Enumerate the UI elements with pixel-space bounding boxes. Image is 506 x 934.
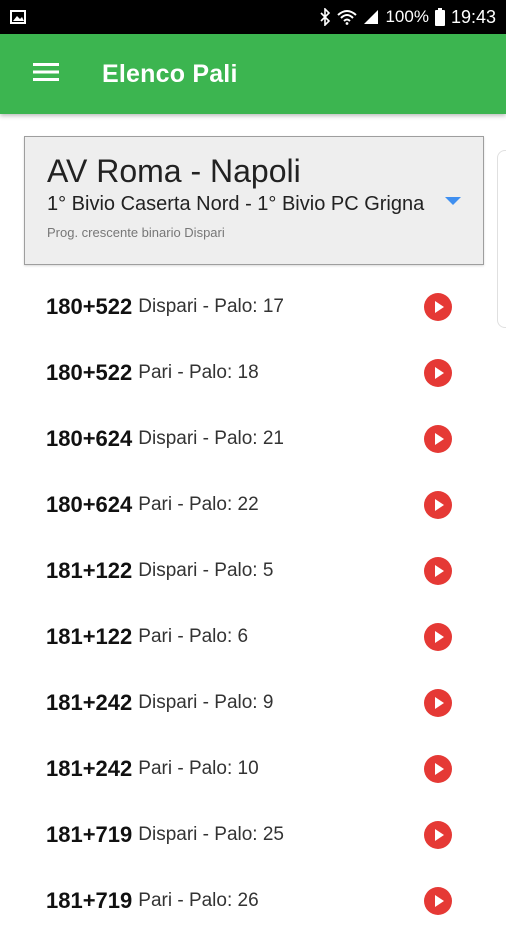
- progressive-km: 181+242: [46, 690, 133, 715]
- pole-list-item[interactable]: 181+242 Dispari - Palo: 9: [0, 670, 506, 736]
- play-icon[interactable]: [424, 359, 452, 387]
- wifi-icon: [337, 9, 358, 25]
- play-icon[interactable]: [424, 689, 452, 717]
- pole-list-item[interactable]: 181+122 Dispari - Palo: 5: [0, 538, 506, 604]
- play-icon[interactable]: [424, 821, 452, 849]
- progressive-km: 181+122: [46, 624, 133, 649]
- signal-icon: [363, 9, 379, 25]
- play-icon[interactable]: [424, 557, 452, 585]
- image-icon: [10, 10, 26, 24]
- play-icon[interactable]: [424, 293, 452, 321]
- progressive-km: 180+624: [46, 492, 133, 517]
- battery-percent: 100%: [385, 7, 429, 26]
- pole-list-item[interactable]: 181+719 Dispari - Palo: 25: [0, 802, 506, 868]
- pole-description: Dispari - Palo: 5: [138, 560, 274, 581]
- pole-description: Dispari - Palo: 9: [138, 692, 274, 713]
- pole-description: Pari - Palo: 22: [138, 494, 259, 515]
- battery-icon: [434, 8, 445, 26]
- progressive-km: 180+522: [46, 294, 133, 319]
- progressive-km: 181+719: [46, 888, 133, 913]
- line-name: AV Roma - Napoli: [47, 153, 301, 189]
- pole-list-item[interactable]: 181+242 Pari - Palo: 10: [0, 736, 506, 802]
- pole-list-item[interactable]: 180+522 Pari - Palo: 18: [0, 340, 506, 406]
- track-direction-note: Prog. crescente binario Dispari: [47, 225, 225, 240]
- pole-description: Dispari - Palo: 21: [138, 428, 284, 449]
- pole-description: Pari - Palo: 18: [138, 362, 259, 383]
- progressive-km: 181+242: [46, 756, 133, 781]
- dropdown-caret-icon: [445, 197, 461, 205]
- section-name: 1° Bivio Caserta Nord - 1° Bivio PC Grig…: [47, 193, 425, 215]
- play-icon[interactable]: [424, 491, 452, 519]
- menu-icon: [33, 62, 59, 87]
- pole-list-item[interactable]: 180+522 Dispari - Palo: 17: [0, 274, 506, 340]
- clock: 19:43: [450, 6, 496, 27]
- progressive-km: 181+719: [46, 822, 133, 847]
- line-selector-dropdown[interactable]: AV Roma - Napoli 1° Bivio Caserta Nord -…: [24, 136, 484, 265]
- pole-list-item[interactable]: 181+719 Pari - Palo: 26: [0, 868, 506, 934]
- pole-description: Dispari - Palo: 17: [138, 296, 284, 317]
- pole-list-item[interactable]: 181+122 Pari - Palo: 6: [0, 604, 506, 670]
- page-title: Elenco Pali: [102, 59, 238, 88]
- progressive-km: 180+624: [46, 426, 133, 451]
- status-bar: 100% 19:43: [0, 0, 506, 34]
- pole-list: 180+522 Dispari - Palo: 17 180+522 Pari - P…: [0, 274, 506, 934]
- pole-description: Pari - Palo: 6: [138, 626, 249, 647]
- bluetooth-icon: [319, 8, 331, 26]
- progressive-km: 180+522: [46, 360, 133, 385]
- pole-description: Pari - Palo: 10: [138, 758, 259, 779]
- pole-list-item[interactable]: 180+624 Dispari - Palo: 21: [0, 406, 506, 472]
- play-icon[interactable]: [424, 623, 452, 651]
- play-icon[interactable]: [424, 425, 452, 453]
- app-toolbar: Elenco Pali: [0, 34, 506, 114]
- pole-description: Dispari - Palo: 25: [138, 824, 284, 845]
- play-icon[interactable]: [424, 755, 452, 783]
- progressive-km: 181+122: [46, 558, 133, 583]
- play-icon[interactable]: [424, 887, 452, 915]
- pole-description: Pari - Palo: 26: [138, 890, 259, 911]
- menu-button[interactable]: [16, 44, 76, 104]
- pole-list-item[interactable]: 180+624 Pari - Palo: 22: [0, 472, 506, 538]
